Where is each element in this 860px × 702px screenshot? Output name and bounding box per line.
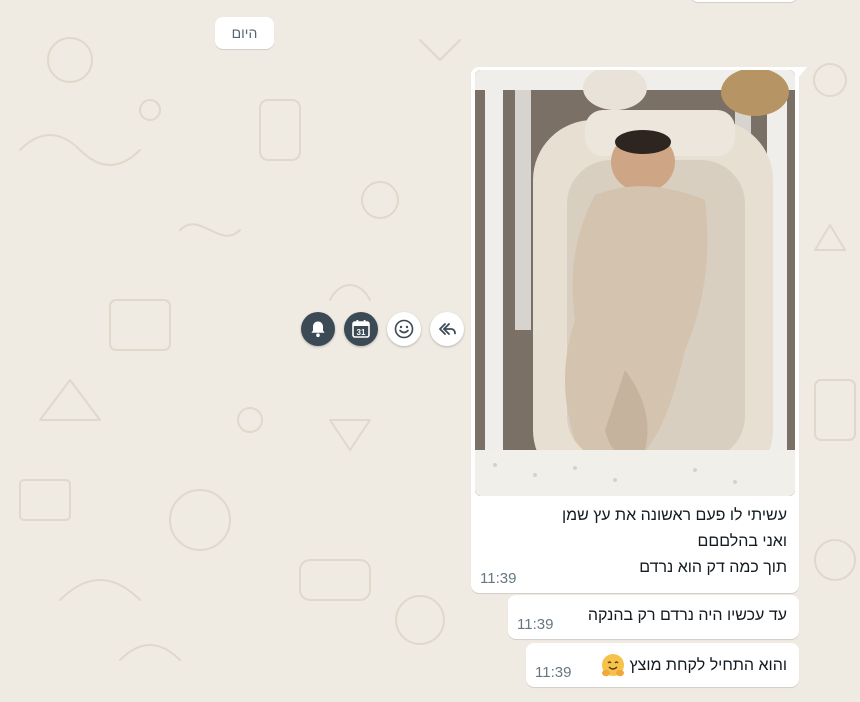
text-message-bubble[interactable]: עד עכשיו היה נרדם רק בהנקה 11:39: [508, 595, 799, 639]
smiley-icon: [394, 319, 414, 339]
image-message-bubble[interactable]: עשיתי לו פעם ראשונה את עץ שמן ואני בהלםם…: [471, 67, 807, 593]
previous-message-bubble: [690, 0, 798, 2]
bubble-tail: [799, 67, 807, 77]
reminder-button[interactable]: [301, 312, 335, 346]
reply-all-icon: [439, 323, 456, 335]
message-text: עד עכשיו היה נרדם רק בהנקה: [588, 605, 787, 627]
bell-icon: [311, 321, 325, 337]
calendar-icon: 31: [352, 320, 370, 338]
text-message-bubble[interactable]: והוא התחיל לקחת מוצץ 11:39: [526, 643, 799, 687]
calendar-day: 31: [357, 328, 366, 337]
message-time: 11:39: [517, 616, 554, 633]
date-divider: היום: [215, 17, 274, 49]
message-photo[interactable]: [475, 70, 795, 496]
hugging-face-icon: [601, 654, 624, 677]
message-time: 11:39: [480, 570, 517, 587]
reply-button[interactable]: [430, 312, 464, 346]
image-caption: עשיתי לו פעם ראשונה את עץ שמן ואני בהלםם…: [561, 507, 787, 576]
message-text: והוא התחיל לקחת מוצץ: [600, 653, 787, 679]
message-time: 11:39: [535, 664, 572, 681]
baby-in-crib-photo: [475, 70, 795, 496]
react-button[interactable]: [387, 312, 421, 346]
message-text-content: והוא התחיל לקחת מוצץ: [629, 657, 787, 674]
calendar-button[interactable]: 31: [344, 312, 378, 346]
message-hover-actions: 31: [301, 312, 464, 346]
message-text-content: עד עכשיו היה נרדם רק בהנקה: [587, 607, 787, 624]
